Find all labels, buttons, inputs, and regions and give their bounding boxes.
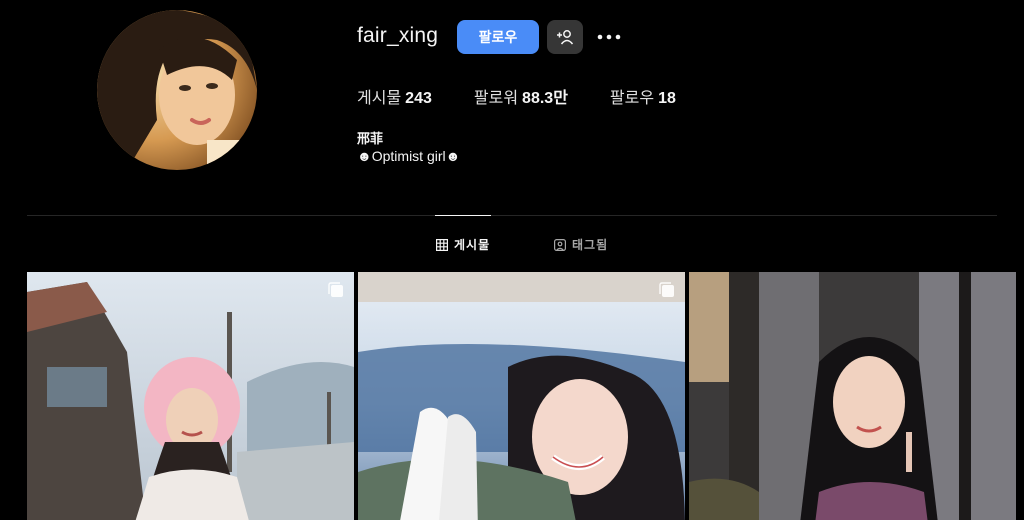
multi-photo-icon <box>659 282 674 297</box>
post-tile-3[interactable] <box>689 272 1016 520</box>
profile-username: fair_xing <box>357 24 439 47</box>
follow-button[interactable]: 팔로우 <box>457 20 539 54</box>
person-plus-icon <box>557 30 574 45</box>
tagged-icon <box>554 238 566 251</box>
tab-posts[interactable]: 게시물 <box>436 236 490 253</box>
profile-stats: 게시물 243 팔로워 88.3만 팔로우 18 <box>357 84 718 108</box>
stat-label: 팔로우 <box>609 90 655 107</box>
profile-avatar[interactable] <box>97 10 257 170</box>
stat-value: 18 <box>658 90 676 107</box>
active-tab-indicator <box>435 215 491 216</box>
tab-label: 태그됨 <box>572 238 609 252</box>
stat-following[interactable]: 팔로우 18 <box>610 84 676 108</box>
post-tile-1[interactable] <box>27 272 354 520</box>
stat-value: 88.3만 <box>522 90 568 107</box>
post-image <box>689 272 1016 520</box>
post-image <box>27 272 354 520</box>
profile-bio: ☻Optimist girl☻ <box>357 148 461 164</box>
multi-photo-icon <box>328 282 343 297</box>
more-dots-icon <box>597 34 621 40</box>
post-tile-2[interactable] <box>358 272 685 520</box>
stat-followers[interactable]: 팔로워 88.3만 <box>474 84 568 108</box>
stat-label: 게시물 <box>357 90 402 107</box>
avatar-image <box>97 10 257 170</box>
tab-tagged[interactable]: 태그됨 <box>554 236 608 253</box>
grid-icon <box>436 238 448 251</box>
stat-value: 243 <box>405 90 432 107</box>
stat-label: 팔로워 <box>473 90 519 107</box>
more-options-button[interactable] <box>594 22 624 52</box>
suggested-accounts-button[interactable] <box>547 20 583 54</box>
tab-label: 게시물 <box>454 238 491 252</box>
post-image <box>358 272 685 520</box>
posts-grid <box>27 272 1016 520</box>
tabs-divider <box>27 215 997 216</box>
profile-display-name: 邢菲 <box>357 131 384 146</box>
stat-posts: 게시물 243 <box>357 84 432 108</box>
